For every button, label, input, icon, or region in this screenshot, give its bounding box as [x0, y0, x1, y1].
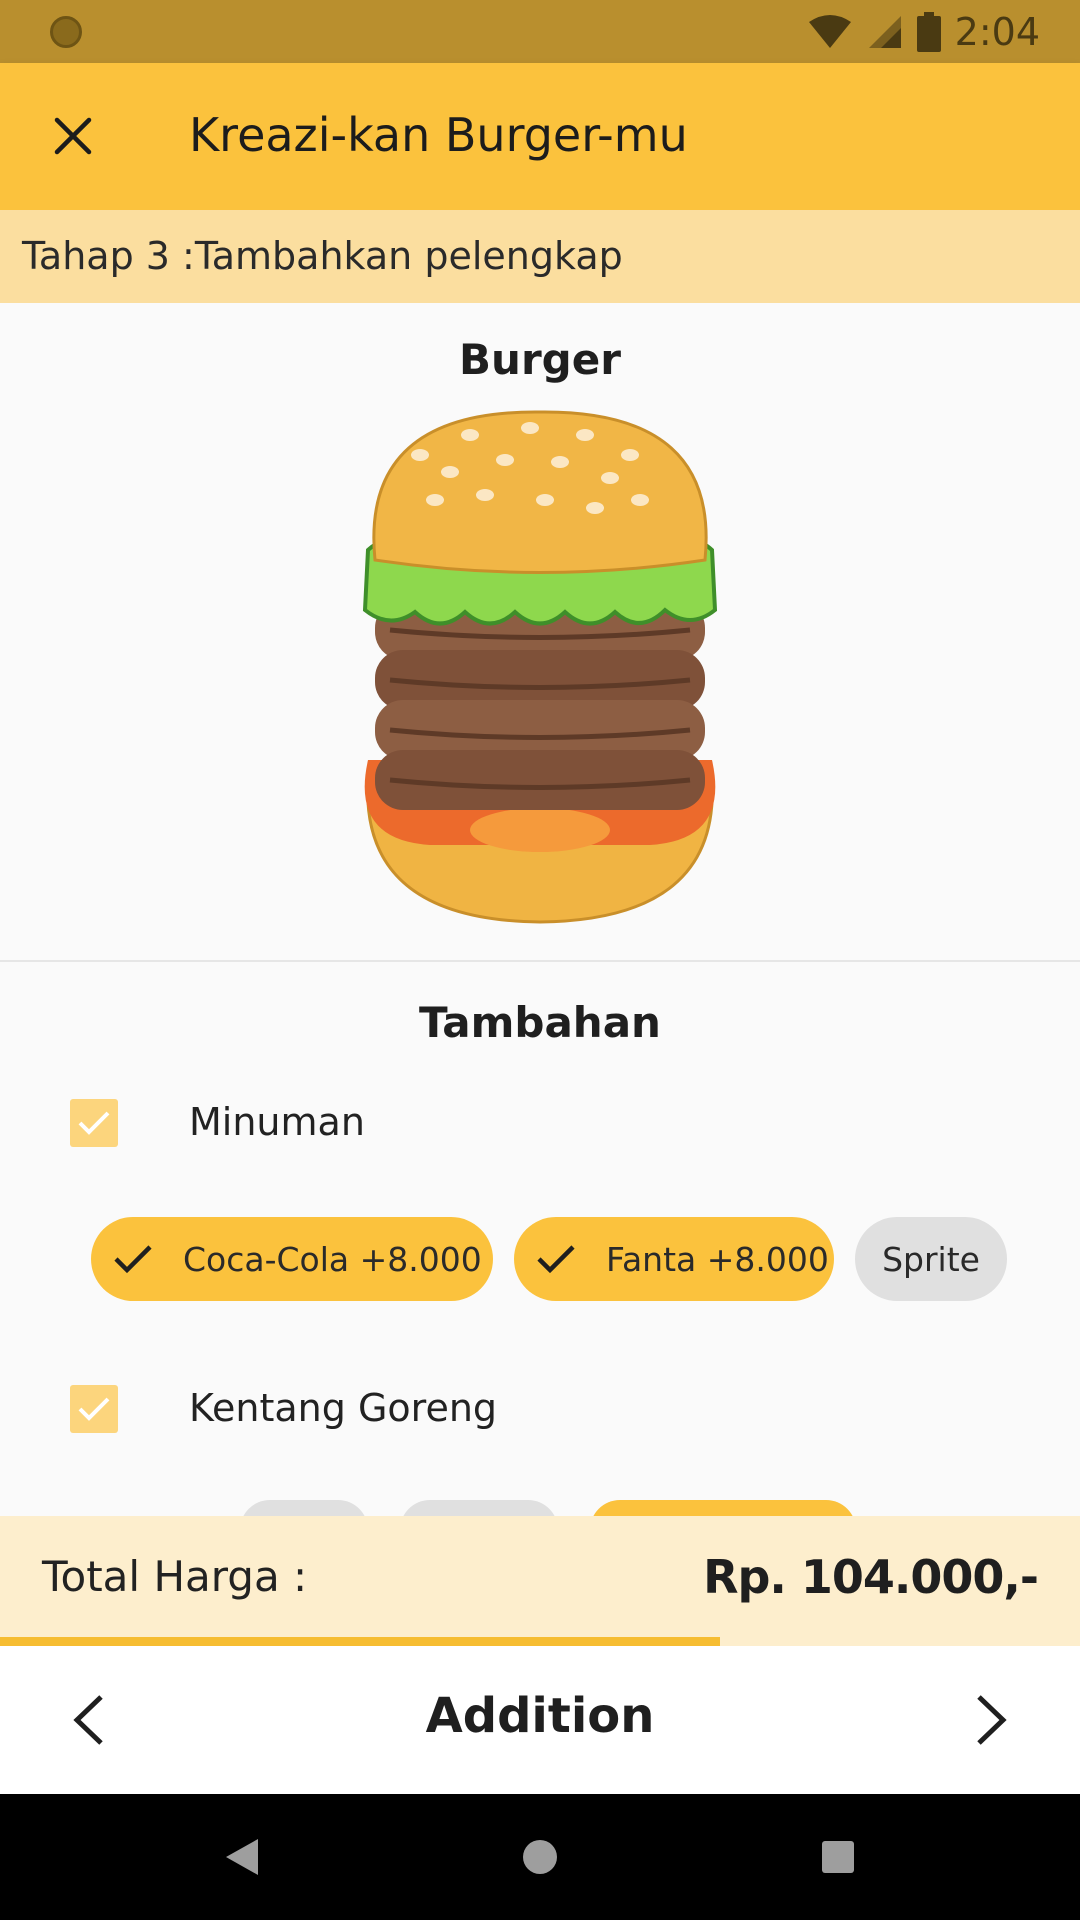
back-triangle-icon: [226, 1839, 258, 1875]
close-button[interactable]: [40, 103, 106, 169]
app-bar: Kreazi-kan Burger-mu: [0, 63, 1080, 210]
status-icons: 2:04: [807, 10, 1040, 54]
step-title: Addition: [425, 1688, 655, 1744]
checkbox-kentang-goreng[interactable]: [70, 1385, 118, 1433]
page-title: Kreazi-kan Burger-mu: [189, 108, 688, 162]
system-nav-bar: [0, 1794, 1080, 1920]
chip-label: Fanta +8.000: [606, 1239, 829, 1279]
check-icon: [113, 1239, 153, 1279]
step-text: Tahap 3 :Tambahkan pelengkap: [22, 234, 623, 278]
burger-image: [320, 400, 760, 940]
total-value: Rp. 104.000,-: [703, 1550, 1039, 1604]
home-button[interactable]: [510, 1827, 570, 1887]
option-label-kentang-goreng: Kentang Goreng: [189, 1386, 498, 1430]
total-label: Total Harga :: [42, 1552, 308, 1601]
recents-button[interactable]: [808, 1827, 868, 1887]
chip-coca-cola[interactable]: Coca-Cola +8.000: [91, 1217, 493, 1301]
status-bar: 2:04: [0, 0, 1080, 63]
back-button[interactable]: [212, 1827, 272, 1887]
check-icon: [536, 1239, 576, 1279]
check-icon: [78, 1397, 110, 1421]
notification-icon: [50, 16, 82, 48]
step-banner: Tahap 3 :Tambahkan pelengkap: [0, 210, 1080, 303]
wifi-icon: [808, 15, 851, 48]
chip-sprite[interactable]: Sprite: [855, 1217, 1007, 1301]
chip-label: Coca-Cola +8.000: [183, 1239, 482, 1279]
option-label-minuman: Minuman: [189, 1100, 365, 1144]
addons-title: Tambahan: [419, 998, 661, 1047]
progress-bar: [0, 1637, 1080, 1646]
chip-fanta[interactable]: Fanta +8.000: [514, 1217, 834, 1301]
battery-icon: [916, 12, 941, 52]
signal-icon: [868, 16, 901, 48]
close-icon: [54, 117, 92, 155]
check-icon: [78, 1111, 110, 1135]
home-circle-icon: [523, 1840, 557, 1874]
total-bar: Total Harga : Rp. 104.000,-: [0, 1516, 1080, 1637]
preview-title: Burger: [459, 335, 621, 384]
bottom-nav: Addition: [0, 1646, 1080, 1794]
recents-square-icon: [822, 1841, 854, 1873]
chip-label: Sprite: [882, 1239, 980, 1279]
status-time: 2:04: [954, 10, 1040, 54]
next-button[interactable]: [956, 1684, 1028, 1756]
divider: [0, 960, 1080, 962]
progress-fill: [0, 1637, 721, 1646]
chevron-right-icon: [977, 1695, 1007, 1745]
checkbox-minuman[interactable]: [70, 1099, 118, 1147]
